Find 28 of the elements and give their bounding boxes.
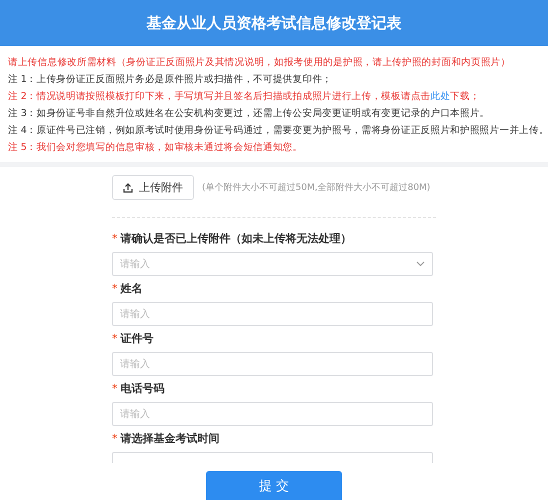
page-title: 基金从业人员资格考试信息修改登记表 <box>146 14 402 32</box>
note-text: 注 5：我们会对您填写的信息审核，如审核未通过将会短信通知您。 <box>8 141 304 155</box>
required-mark: * <box>112 232 118 245</box>
required-mark: * <box>112 432 118 445</box>
submit-button[interactable]: 提 交 <box>206 471 342 500</box>
download-link[interactable]: 此处 <box>430 91 450 102</box>
upload-button[interactable]: 上传附件 <box>112 175 194 200</box>
note-text: 注 4：原证件号已注销，例如原考试时使用身份证号码通过，需要变更为护照号，需将身份证正反照片和护照照片一并上传。 <box>8 124 548 138</box>
field-label: 证件号 <box>120 331 154 346</box>
required-mark: * <box>112 332 118 345</box>
note-text: 注 3：如身份证号非自然升位或姓名在公安机构变更过，还需上传公安局变更证明或有变更记录的户口本照片。 <box>8 107 491 121</box>
upload-hint: (单个附件大小不可超过50M,全部附件大小不可超过80M) <box>202 182 430 194</box>
note-text: 注 2：情况说明请按照模板打印下来，手写填写并且签名后扫描或拍成照片进行上传，模板请点击 <box>8 91 430 102</box>
note-text: 注 1：上传身份证正反面照片务必是原件照片或扫描件，不可提供复印件； <box>8 73 333 87</box>
input-field[interactable]: 请输入 <box>112 352 433 376</box>
note-text: 下载； <box>450 91 480 102</box>
field-label: 姓名 <box>120 281 142 296</box>
select-field[interactable]: 请输入 <box>112 252 433 276</box>
upload-icon <box>123 182 133 192</box>
input-field[interactable]: 请输入 <box>112 302 433 326</box>
field-label: 电话号码 <box>120 381 164 396</box>
input-field[interactable]: 请输入 <box>112 402 433 426</box>
chevron-down-icon <box>416 261 425 267</box>
required-mark: * <box>112 282 118 295</box>
note-text: 请上传信息修改所需材料（身份证正反面照片及其情况说明，如报考使用的是护照，请上传护照的封面和内页照片） <box>8 56 512 70</box>
field-label: 请确认是否已上传附件（如未上传将无法处理） <box>120 231 352 246</box>
required-mark: * <box>112 382 118 395</box>
field-label: 请选择基金考试时间 <box>120 431 220 446</box>
